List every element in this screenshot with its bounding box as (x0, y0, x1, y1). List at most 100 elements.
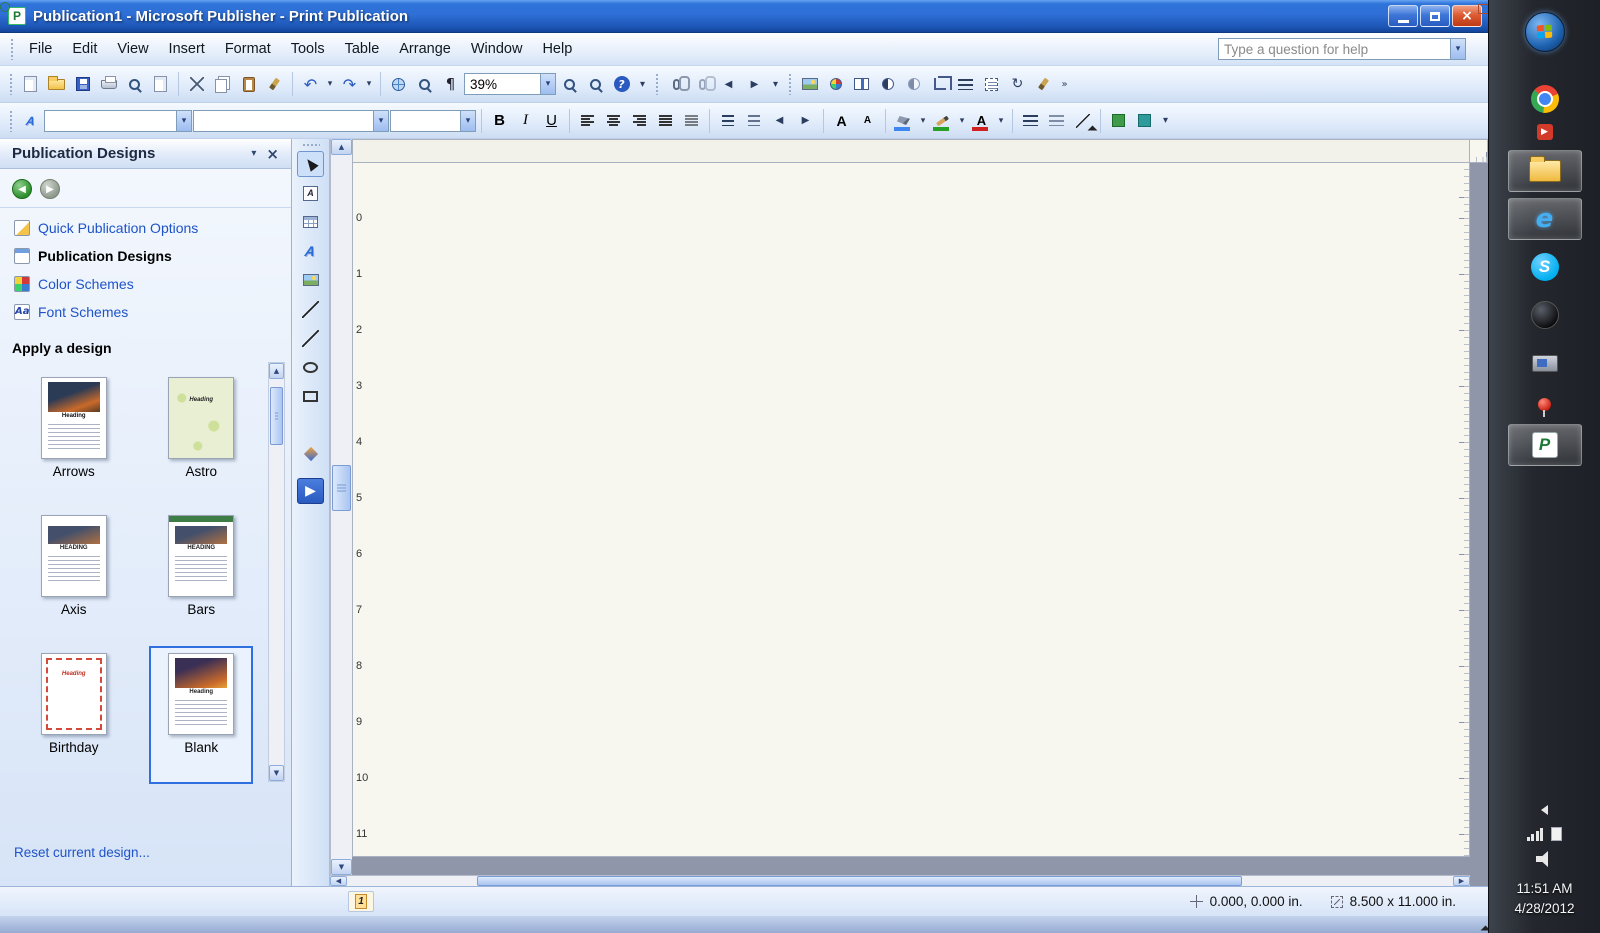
item-from-content-library-tool[interactable]: ▶ (297, 478, 324, 504)
zoom-out-button[interactable] (557, 72, 582, 97)
toolbar-grip[interactable] (655, 73, 659, 95)
taskbar-app-button[interactable] (1508, 294, 1582, 336)
text-box-tool[interactable]: A (297, 180, 324, 206)
format-picture-button[interactable] (1031, 72, 1056, 97)
increase-font-size-button[interactable]: A (829, 108, 854, 133)
link-color-schemes[interactable]: Color Schemes (0, 270, 291, 298)
picture-frame-tool[interactable] (297, 267, 324, 293)
new-button[interactable] (18, 72, 43, 97)
redo-dropdown[interactable]: ▾ (363, 73, 375, 96)
scroll-thumb[interactable] (477, 876, 1242, 886)
taskbar-publisher-button[interactable]: P (1508, 424, 1582, 466)
design-card-arrows[interactable]: Heading Arrows (22, 370, 126, 508)
toolbar-grip[interactable] (302, 143, 320, 147)
columns-button[interactable] (849, 72, 874, 97)
line-spacing-button[interactable] (679, 108, 704, 133)
menu-format[interactable]: Format (216, 37, 280, 61)
scroll-up-button[interactable]: ▲ (269, 363, 284, 379)
increase-indent-button[interactable]: ▶ (793, 108, 818, 133)
menu-view[interactable]: View (108, 37, 157, 61)
bullets-button[interactable] (741, 108, 766, 133)
scroll-track[interactable] (269, 379, 284, 765)
menu-table[interactable]: Table (336, 37, 389, 61)
horizontal-scrollbar[interactable]: ◀ ▶ (330, 875, 1470, 886)
menu-insert[interactable]: Insert (160, 37, 214, 61)
taskbar-chrome-button[interactable] (1508, 78, 1582, 120)
chevron-down-icon[interactable]: ▾ (460, 111, 475, 131)
reset-current-design-link[interactable]: Reset current design... (14, 845, 291, 860)
help-question-box[interactable]: ▾ (1218, 38, 1466, 60)
design-thumbnail[interactable]: HEADING (168, 515, 234, 597)
insert-picture-button[interactable] (797, 72, 822, 97)
design-card-blank-selected[interactable]: Heading Blank (149, 646, 253, 784)
chevron-down-icon[interactable]: ▾ (1450, 39, 1465, 59)
taskbar-device-button[interactable] (1508, 342, 1582, 384)
line-border-style-button[interactable] (1018, 108, 1043, 133)
volume-icon[interactable] (1536, 851, 1554, 867)
task-pane-forward-button[interactable]: ▶ (40, 179, 60, 199)
rectangle-tool[interactable] (297, 383, 324, 409)
toolbar-grip[interactable] (788, 73, 792, 95)
font-size-combobox[interactable]: ▾ (390, 110, 476, 132)
link-publication-designs[interactable]: Publication Designs (0, 242, 291, 270)
taskbar-media-button[interactable]: ▶ (1508, 120, 1582, 144)
scroll-right-button[interactable]: ▶ (1453, 876, 1470, 886)
crop-button[interactable] (927, 72, 952, 97)
titlebar[interactable]: P Publication1 - Microsoft Publisher - P… (0, 0, 1488, 33)
chevron-down-icon[interactable]: ▾ (373, 111, 388, 131)
select-objects-tool[interactable] (297, 151, 324, 177)
special-characters-button[interactable]: ¶ (438, 72, 463, 97)
task-pane-dropdown[interactable]: ▾ (245, 146, 262, 161)
insert-wordart-tool[interactable]: A (297, 238, 324, 264)
align-center-button[interactable] (601, 108, 626, 133)
design-list-scrollbar[interactable]: ▲ ▼ (268, 362, 285, 782)
taskbar-clock[interactable]: 11:51 AM 4/28/2012 (1514, 879, 1574, 919)
zoom-in-button[interactable] (583, 72, 608, 97)
design-thumbnail[interactable]: Heading (168, 653, 234, 735)
line-style-button[interactable] (953, 72, 978, 97)
oval-tool[interactable] (297, 354, 324, 380)
undo-dropdown[interactable]: ▾ (324, 73, 336, 96)
decrease-indent-button[interactable]: ◀ (767, 108, 792, 133)
font-color-dropdown[interactable]: ▾ (995, 109, 1007, 132)
fill-color-button[interactable] (891, 108, 916, 133)
toolbar-options-button[interactable]: ▾ (1158, 108, 1173, 134)
cut-button[interactable] (184, 72, 209, 97)
design-thumbnail[interactable]: Heading (41, 653, 107, 735)
link-quick-publication-options[interactable]: Quick Publication Options (0, 214, 291, 242)
align-left-button[interactable] (575, 108, 600, 133)
toolbar-grip[interactable] (10, 38, 14, 60)
menu-window[interactable]: Window (462, 37, 532, 61)
dash-style-button[interactable] (1044, 108, 1069, 133)
save-button[interactable] (70, 72, 95, 97)
align-right-button[interactable] (627, 108, 652, 133)
line-color-dropdown[interactable]: ▾ (956, 109, 968, 132)
horizontal-ruler[interactable]: 6 5 4 3 2 1 0 1 2 3 4 5 6 7 8 (1470, 139, 1488, 163)
design-thumbnail[interactable]: HEADING (41, 515, 107, 597)
rotate-button[interactable]: ↻ (1005, 72, 1030, 97)
design-card-bars[interactable]: HEADING Bars (149, 508, 253, 646)
menu-arrange[interactable]: Arrange (390, 37, 460, 61)
toolbar-options-button[interactable]: ▾ (768, 71, 783, 97)
numbering-button[interactable] (715, 108, 740, 133)
scroll-track[interactable] (331, 155, 352, 859)
page-sorter[interactable]: 1 (348, 891, 374, 912)
decrease-font-size-button[interactable]: A (855, 108, 880, 133)
spelling-button[interactable] (148, 72, 173, 97)
underline-button[interactable]: U (539, 108, 564, 133)
toolbar-grip[interactable] (9, 110, 13, 132)
insert-table-tool[interactable] (297, 209, 324, 235)
insert-hyperlink-button[interactable] (386, 72, 411, 97)
styles-button[interactable]: A (18, 108, 43, 133)
scroll-thumb[interactable] (332, 465, 351, 511)
justify-button[interactable] (653, 108, 678, 133)
shadow-style-button[interactable] (1106, 108, 1131, 133)
style-combobox[interactable]: ▾ (44, 110, 192, 132)
create-text-box-link-button[interactable] (664, 72, 689, 97)
break-forward-link-button[interactable] (690, 72, 715, 97)
design-card-birthday[interactable]: Heading Birthday (22, 646, 126, 784)
arrow-tool[interactable] (297, 325, 324, 351)
design-thumbnail[interactable]: Heading (41, 377, 107, 459)
undo-button[interactable]: ↶ (298, 72, 323, 97)
arrow-style-button[interactable] (1070, 108, 1095, 133)
